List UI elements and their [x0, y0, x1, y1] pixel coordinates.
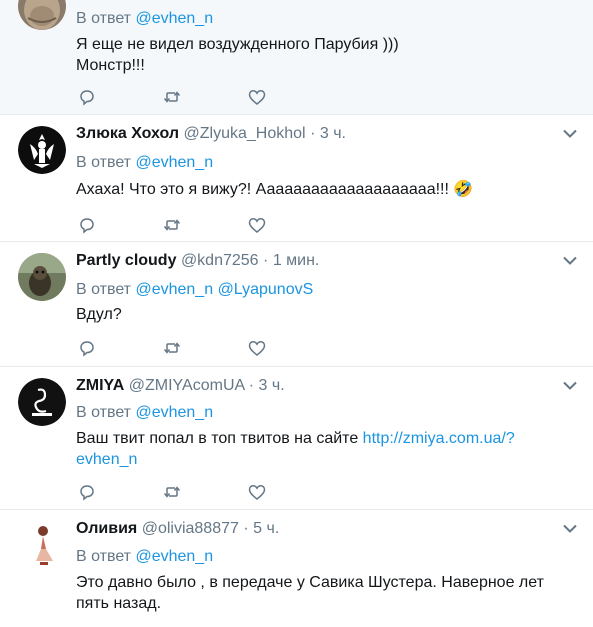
chevron-down-icon[interactable] — [563, 256, 577, 266]
mention-link[interactable]: @evhen_n — [135, 154, 213, 171]
mention-link[interactable]: @evhen_n — [135, 281, 213, 298]
tweet-text-content: Это давно было , в передаче у Савика Шус… — [76, 574, 544, 612]
like-icon[interactable] — [248, 483, 266, 501]
snake-logo-icon — [18, 378, 66, 426]
user-handle[interactable]: @kdn7256 — [181, 252, 259, 269]
retweet-icon[interactable] — [163, 216, 181, 234]
tweet-text-content: Вдул? — [76, 306, 122, 323]
like-icon[interactable] — [248, 88, 266, 106]
url-link[interactable]: http://zmiya.com.ua/? — [363, 430, 515, 447]
timestamp[interactable]: 5 ч. — [253, 520, 279, 537]
timestamp[interactable]: 1 мин. — [273, 252, 320, 269]
avatar[interactable] — [18, 126, 66, 174]
mention-link[interactable]: @evhen_n — [135, 10, 213, 27]
reply-prefix: В ответ — [76, 404, 132, 421]
reply-context: В ответ @evhen_n — [76, 10, 213, 28]
mention-link[interactable]: @evhen_n — [135, 404, 213, 421]
reply-icon[interactable] — [78, 483, 96, 501]
mention-link[interactable]: @evhen_n — [135, 548, 213, 565]
tweet-text: Ваш твит попал в топ твитов на сайте htt… — [76, 428, 571, 470]
retweet-icon[interactable] — [163, 339, 181, 357]
coat-of-arms-logo-icon — [18, 126, 66, 174]
chevron-down-icon[interactable] — [563, 524, 577, 534]
reply-prefix: В ответ — [76, 10, 132, 27]
avatar[interactable] — [18, 521, 66, 569]
tweet[interactable]: Partly cloudy @kdn7256 · 1 мин. В ответ … — [0, 242, 593, 367]
tweet-text-line: Монстр!!! — [76, 57, 145, 74]
display-name[interactable]: Злюка Хохол — [76, 125, 179, 142]
tweet-text-line: Я еще не видел воздужденного Парубия ))) — [76, 36, 399, 53]
user-handle[interactable]: @olivia88877 — [142, 520, 239, 537]
timestamp[interactable]: 3 ч. — [320, 125, 346, 142]
animal-photo-icon — [18, 253, 66, 301]
tweet-text: Я еще не видел воздужденного Парубия )))… — [76, 34, 571, 76]
tweet-text-line: evhen_n — [76, 449, 571, 470]
avatar[interactable] — [18, 253, 66, 301]
tweet-text: Это давно было , в передаче у Савика Шус… — [76, 572, 571, 614]
reply-prefix: В ответ — [76, 281, 132, 298]
tweet[interactable]: В ответ @evhen_n Я еще не видел воздужде… — [0, 0, 593, 115]
tweet-text: Вдул? — [76, 304, 571, 325]
reply-context: В ответ @evhen_n — [76, 548, 213, 566]
like-icon[interactable] — [248, 339, 266, 357]
tweet[interactable]: Злюка Хохол @Zlyuka_Hokhol · 3 ч. В отве… — [0, 115, 593, 242]
separator: · — [248, 377, 255, 394]
rofl-emoji: 🤣 — [453, 181, 474, 198]
separator: · — [243, 520, 249, 537]
tweet-text: Ахаха! Что это я вижу?! Аааааааааааааааа… — [76, 179, 571, 200]
chevron-down-icon[interactable] — [563, 129, 577, 139]
reply-prefix: В ответ — [76, 154, 132, 171]
user-handle[interactable]: @Zlyuka_Hokhol — [184, 125, 306, 142]
tweet[interactable]: ZMIYA @ZMIYAcomUA · 3 ч. В ответ @evhen_… — [0, 367, 593, 510]
mention-link[interactable]: @LyapunovS — [218, 281, 314, 298]
tweet-text-content: Ахаха! Что это я вижу?! Аааааааааааааааа… — [76, 181, 449, 198]
retweet-icon[interactable] — [163, 88, 181, 106]
reply-prefix: В ответ — [76, 548, 132, 565]
chevron-down-icon[interactable] — [563, 381, 577, 391]
reply-context: В ответ @evhen_n — [76, 404, 213, 422]
tweet-text-content: Ваш твит попал в топ твитов на сайте — [76, 430, 359, 447]
reply-icon[interactable] — [78, 339, 96, 357]
url-link-continued[interactable]: evhen_n — [76, 451, 137, 468]
separator: · — [263, 252, 269, 269]
user-handle[interactable]: @ZMIYAcomUA — [129, 377, 245, 394]
display-name[interactable]: ZMIYA — [76, 377, 124, 394]
tweet-header: Partly cloudy @kdn7256 · 1 мин. — [76, 252, 319, 270]
reply-context: В ответ @evhen_n @LyapunovS — [76, 281, 313, 299]
tweet-header: ZMIYA @ZMIYAcomUA · 3 ч. — [76, 377, 285, 395]
avatar[interactable] — [18, 378, 66, 426]
tweet-header: Оливия @olivia88877 · 5 ч. — [76, 520, 279, 538]
woman-illustration-icon — [18, 521, 66, 569]
avatar[interactable] — [18, 0, 66, 30]
display-name[interactable]: Оливия — [76, 520, 137, 537]
reply-icon[interactable] — [78, 216, 96, 234]
timestamp[interactable]: 3 ч. — [259, 377, 285, 394]
old-man-photo-icon — [18, 0, 66, 30]
tweet-text-line: Ваш твит попал в топ твитов на сайте htt… — [76, 428, 571, 449]
tweet-header: Злюка Хохол @Zlyuka_Hokhol · 3 ч. — [76, 125, 346, 143]
display-name[interactable]: Partly cloudy — [76, 252, 176, 269]
retweet-icon[interactable] — [163, 483, 181, 501]
tweet[interactable]: Оливия @olivia88877 · 5 ч. В ответ @evhe… — [0, 510, 593, 627]
like-icon[interactable] — [248, 216, 266, 234]
reply-icon[interactable] — [78, 88, 96, 106]
separator: · — [310, 125, 316, 142]
reply-context: В ответ @evhen_n — [76, 154, 213, 172]
